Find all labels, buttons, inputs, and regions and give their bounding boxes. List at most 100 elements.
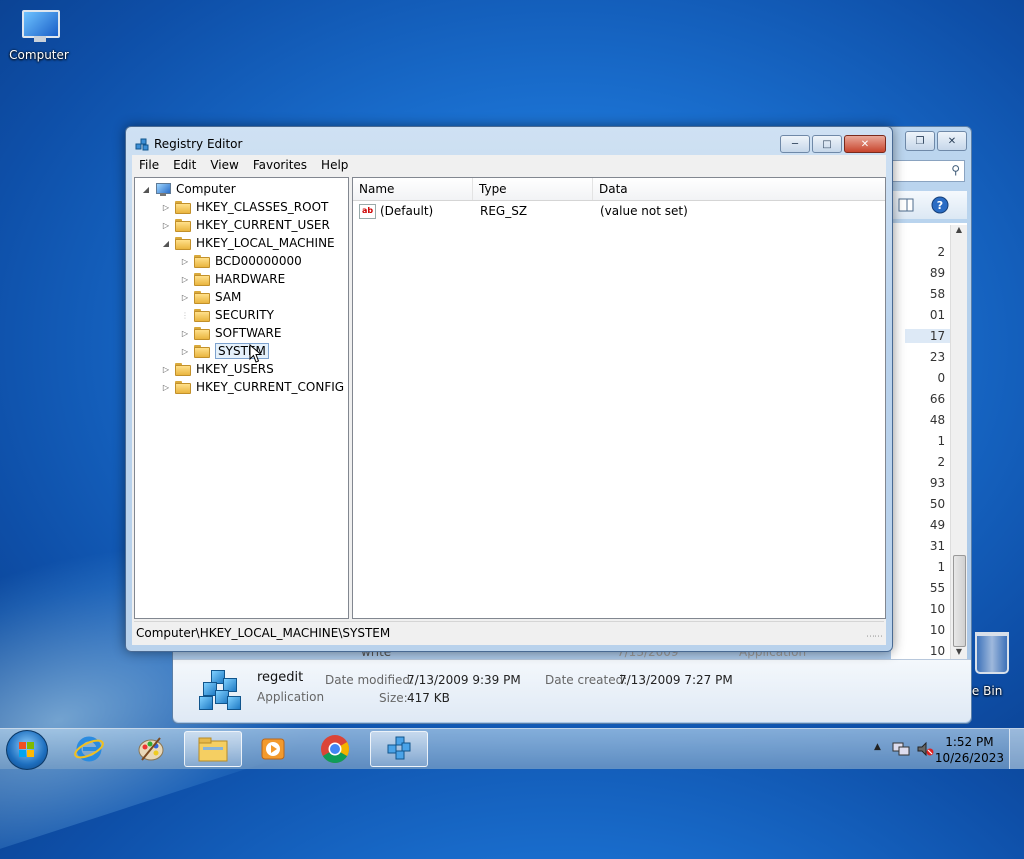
clock-time: 1:52 PM bbox=[945, 735, 994, 749]
tree-node-label: HKEY_USERS bbox=[196, 362, 274, 376]
search-input[interactable]: ⚲ bbox=[891, 160, 965, 182]
registry-tree[interactable]: ◢ Computer ▷ HKEY_CLASSES_ROOT ▷ HKEY_CU… bbox=[134, 177, 349, 619]
menu-help[interactable]: Help bbox=[314, 158, 355, 172]
taskbar-internet-explorer[interactable] bbox=[62, 731, 116, 767]
close-icon: ✕ bbox=[947, 135, 957, 147]
start-button[interactable] bbox=[6, 730, 48, 770]
column-header-data[interactable]: Data bbox=[593, 178, 885, 200]
restore-button[interactable]: ❐ bbox=[905, 131, 935, 151]
folder-icon bbox=[194, 344, 210, 358]
tree-node-hkey-current-config[interactable]: ▷ HKEY_CURRENT_CONFIG bbox=[161, 378, 344, 396]
expand-icon[interactable]: ▷ bbox=[180, 257, 190, 266]
column-header-type[interactable]: Type bbox=[473, 178, 593, 200]
string-value-icon: ab bbox=[359, 203, 376, 219]
taskbar-windows-explorer[interactable] bbox=[184, 731, 242, 767]
tree-node-software[interactable]: ▷ SOFTWARE bbox=[180, 324, 282, 342]
column-header-name[interactable]: Name bbox=[353, 178, 473, 200]
tree-node-label: SOFTWARE bbox=[215, 326, 282, 340]
close-button[interactable]: ✕ bbox=[937, 131, 967, 151]
folder-icon bbox=[175, 362, 191, 376]
menu-view[interactable]: View bbox=[203, 158, 245, 172]
menu-file[interactable]: File bbox=[132, 158, 166, 172]
tree-node-label: SAM bbox=[215, 290, 242, 304]
folder-icon bbox=[175, 380, 191, 394]
collapse-icon[interactable]: ◢ bbox=[141, 185, 151, 194]
expand-icon[interactable]: ▷ bbox=[161, 365, 171, 374]
registry-editor-window[interactable]: Registry Editor ─ □ ✕ File Edit View Fav… bbox=[125, 126, 893, 652]
svg-text:?: ? bbox=[937, 199, 943, 212]
explorer-scrollbar[interactable]: ▲ ▼ bbox=[950, 225, 967, 661]
network-icon[interactable] bbox=[892, 741, 910, 757]
folder-icon bbox=[194, 308, 210, 322]
details-file-name: regedit bbox=[257, 670, 304, 685]
tree-node-hkey-current-user[interactable]: ▷ HKEY_CURRENT_USER bbox=[161, 216, 330, 234]
folder-icon bbox=[194, 290, 210, 304]
system-tray: ▲ 1:52 PM 10/26/2023 bbox=[864, 729, 1024, 769]
desktop-icon-computer[interactable]: Computer bbox=[4, 10, 74, 62]
tree-node-label: SECURITY bbox=[215, 308, 274, 322]
clock[interactable]: 1:52 PM 10/26/2023 bbox=[935, 734, 1004, 766]
tree-node-security[interactable]: ⋮ SECURITY bbox=[180, 306, 274, 324]
minimize-icon: ─ bbox=[791, 138, 799, 150]
tree-node-hkey-classes-root[interactable]: ▷ HKEY_CLASSES_ROOT bbox=[161, 198, 328, 216]
value-name: (Default) bbox=[380, 204, 434, 218]
resize-grip-icon[interactable]: ⋯⋯ bbox=[866, 632, 883, 642]
taskbar-media-player[interactable] bbox=[246, 731, 300, 767]
collapse-icon[interactable]: ◢ bbox=[161, 239, 171, 248]
scroll-thumb[interactable] bbox=[953, 555, 966, 647]
tree-node-label: BCD00000000 bbox=[215, 254, 302, 268]
desktop-icon-computer-label: Computer bbox=[9, 48, 69, 62]
scroll-up-icon[interactable]: ▲ bbox=[951, 225, 967, 239]
restore-icon: ❐ bbox=[915, 135, 925, 147]
taskbar-paint[interactable] bbox=[124, 731, 178, 767]
registry-editor-icon bbox=[134, 136, 150, 152]
expand-icon[interactable]: ▷ bbox=[161, 203, 171, 212]
maximize-button[interactable]: □ bbox=[812, 135, 842, 153]
value-row[interactable]: ab (Default) bbox=[359, 202, 433, 220]
folder-icon bbox=[194, 254, 210, 268]
close-icon: ✕ bbox=[860, 138, 870, 150]
details-date-created-label: Date created: bbox=[545, 673, 628, 687]
expand-icon[interactable]: ▷ bbox=[161, 221, 171, 230]
clock-date: 10/26/2023 bbox=[934, 751, 1004, 765]
details-file-type: Application bbox=[257, 690, 325, 704]
menu-favorites[interactable]: Favorites bbox=[246, 158, 314, 172]
tree-node-bcd00000000[interactable]: ▷ BCD00000000 bbox=[180, 252, 302, 270]
tree-node-hardware[interactable]: ▷ HARDWARE bbox=[180, 270, 285, 288]
details-date-modified-label: Date modified: bbox=[325, 673, 415, 687]
show-desktop-button[interactable] bbox=[1009, 729, 1024, 769]
computer-icon bbox=[155, 182, 171, 196]
close-button[interactable]: ✕ bbox=[844, 135, 886, 153]
volume-muted-icon[interactable] bbox=[916, 741, 934, 757]
show-hidden-icons-icon[interactable]: ▲ bbox=[874, 742, 881, 752]
taskbar-registry-editor[interactable] bbox=[370, 731, 428, 767]
window-client-area: ◢ Computer ▷ HKEY_CLASSES_ROOT ▷ HKEY_CU… bbox=[132, 175, 886, 645]
taskbar-chrome[interactable] bbox=[308, 731, 362, 767]
minimize-button[interactable]: ─ bbox=[780, 135, 810, 153]
expand-icon[interactable]: ▷ bbox=[180, 329, 190, 338]
tree-node-label: HARDWARE bbox=[215, 272, 286, 286]
help-icon[interactable]: ? bbox=[931, 196, 949, 214]
tree-node-hkey-local-machine[interactable]: ◢ HKEY_LOCAL_MACHINE bbox=[161, 234, 335, 252]
values-list[interactable]: Name Type Data ab (Default) REG_SZ (valu… bbox=[352, 177, 886, 619]
search-icon[interactable]: ⚲ bbox=[951, 163, 960, 177]
mouse-cursor-icon bbox=[249, 344, 263, 363]
expand-icon[interactable]: ▷ bbox=[180, 275, 190, 284]
maximize-icon: □ bbox=[822, 138, 832, 150]
windows-logo-icon bbox=[19, 742, 34, 757]
details-date-modified: 7/13/2009 9:39 PM bbox=[407, 673, 521, 687]
details-size-label: Size: bbox=[379, 691, 408, 705]
menu-edit[interactable]: Edit bbox=[166, 158, 203, 172]
recycle-bin-icon bbox=[975, 632, 1009, 674]
internet-explorer-icon bbox=[74, 736, 104, 762]
tree-node-computer[interactable]: ◢ Computer bbox=[141, 180, 236, 198]
paint-palette-icon bbox=[138, 737, 164, 761]
tree-node-sam[interactable]: ▷ SAM bbox=[180, 288, 241, 306]
explorer-caption-buttons: ❐ ✕ bbox=[905, 131, 967, 151]
folder-icon bbox=[194, 272, 210, 286]
tree-connector: ⋮ bbox=[181, 310, 189, 320]
expand-icon[interactable]: ▷ bbox=[161, 383, 171, 392]
expand-icon[interactable]: ▷ bbox=[180, 347, 190, 356]
expand-icon[interactable]: ▷ bbox=[180, 293, 190, 302]
preview-pane-icon[interactable] bbox=[897, 196, 915, 214]
